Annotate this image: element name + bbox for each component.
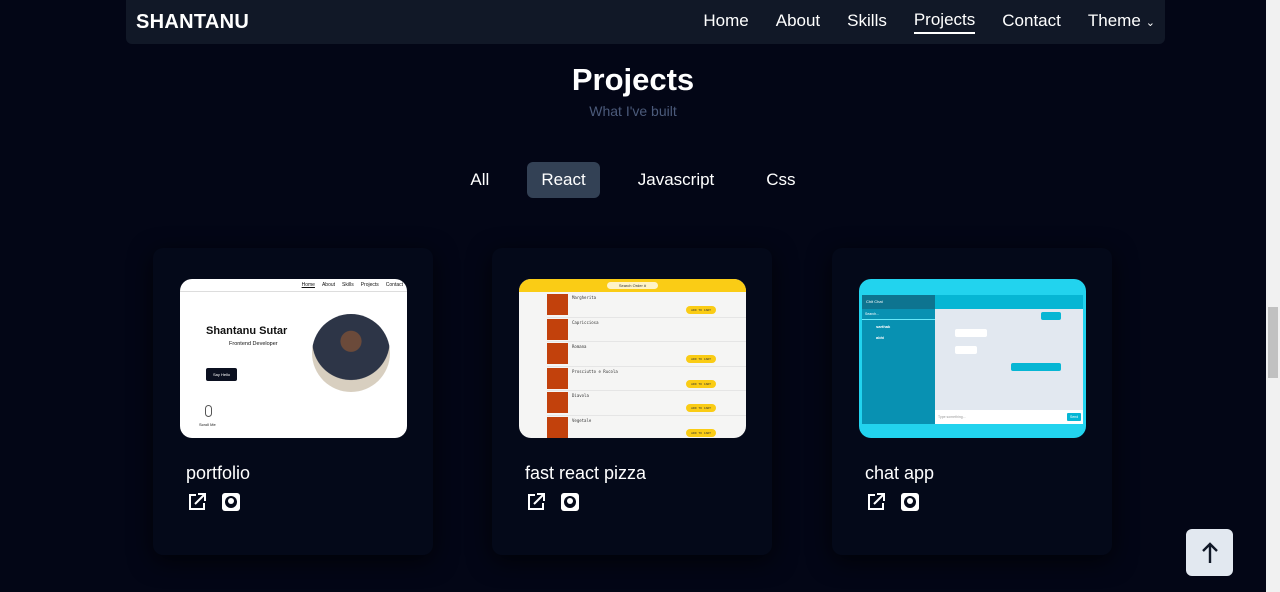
preview-text: Chit Chat [862, 295, 935, 309]
page-subtitle: What I've built [589, 103, 677, 119]
scrollbar[interactable] [1266, 0, 1280, 592]
pizza-image [547, 294, 568, 315]
chevron-down-icon: ⌄ [1145, 17, 1155, 29]
preview-text: Type something... [935, 410, 1083, 424]
preview-text: Say Hello [206, 368, 238, 381]
nav-home[interactable]: Home [703, 11, 748, 33]
pizza-image [547, 416, 568, 438]
nav-contact[interactable]: Contact [1002, 11, 1061, 33]
add-to-cart-button: ADD TO CART [686, 428, 716, 437]
pizza-row: Vegetale ADD TO CART [547, 416, 746, 438]
logo[interactable]: SHANTANU [136, 11, 249, 34]
scrollbar-thumb[interactable] [1268, 307, 1278, 378]
pizza-row: Prosciutto e Rucola ADD TO CART [547, 367, 746, 392]
pizza-image [547, 318, 568, 340]
pizza-image [547, 367, 568, 389]
github-icon[interactable] [560, 492, 580, 512]
pizza-name: Margherita [572, 295, 597, 300]
preview-text: Scroll Me [199, 422, 216, 427]
pizza-name: Romana [572, 344, 587, 350]
pizza-row: Margherita ADD TO CART [547, 293, 746, 318]
project-card: Home About Skills Projects Contact Shantanu … [153, 248, 433, 555]
filter-css[interactable]: Css [752, 162, 809, 198]
add-to-cart-button: ADD TO CART [686, 355, 716, 364]
github-icon[interactable] [900, 492, 920, 512]
filter-javascript[interactable]: Javascript [624, 162, 729, 198]
profile-photo [312, 314, 390, 392]
add-to-cart-button: ADD TO CART [686, 379, 716, 388]
preview-text: Search... [862, 309, 935, 320]
preview-text: sarthak [876, 324, 891, 329]
filter-all[interactable]: All [456, 162, 503, 198]
pizza-name: Capricciosa [572, 319, 599, 325]
preview-text: Shantanu Sutar [206, 325, 288, 337]
project-card: Search Order # Margherita ADD TO CART Capr… [492, 248, 772, 555]
project-name: chat app [865, 463, 935, 483]
nav-theme-dropdown[interactable]: Theme ⌄ [1088, 11, 1155, 33]
preview-text: abhi [876, 335, 885, 340]
github-icon[interactable] [221, 492, 241, 512]
external-link-icon[interactable] [866, 492, 886, 512]
project-preview-image: Home About Skills Projects Contact Shantanu … [180, 279, 407, 438]
pizza-row: Capricciosa [547, 318, 746, 343]
project-name: portfolio [186, 463, 251, 483]
nav-skills[interactable]: Skills [847, 11, 887, 33]
add-to-cart-button: ADD TO CART [686, 306, 716, 314]
add-to-cart-button: ADD TO CART [686, 404, 716, 413]
project-card: Chit Chat Search... sarthak abhi Type so… [832, 248, 1112, 555]
pizza-row: Romana ADD TO CART [547, 342, 746, 367]
nav-projects[interactable]: Projects [913, 10, 976, 34]
theme-label: Theme [1087, 11, 1141, 30]
project-name: fast react pizza [525, 463, 647, 483]
preview-text: Frontend Developer [229, 341, 278, 347]
filter-react[interactable]: React [527, 162, 600, 198]
preview-text: Search Order # [606, 282, 659, 289]
external-link-icon[interactable] [526, 492, 546, 512]
pizza-name: Vegetale [572, 417, 592, 423]
pizza-image [547, 343, 568, 365]
pizza-name: Prosciutto e Rucola [572, 368, 618, 374]
preview-text: Projects [360, 282, 379, 288]
preview-text: Skills [342, 282, 354, 288]
project-preview-image: Search Order # Margherita ADD TO CART Capr… [519, 279, 746, 438]
external-link-icon[interactable] [187, 492, 207, 512]
scroll-to-top-button[interactable] [1186, 529, 1233, 576]
preview-text: Home [301, 282, 315, 288]
preview-text: Send [1067, 413, 1082, 421]
page-title: Projects [571, 62, 695, 97]
project-preview-image: Chit Chat Search... sarthak abhi Type so… [859, 279, 1086, 438]
arrow-up-icon [1201, 541, 1218, 563]
preview-text: Contact [385, 282, 403, 288]
pizza-row: Diavola ADD TO CART [547, 391, 746, 416]
mouse-icon [205, 405, 212, 417]
pizza-image [547, 392, 568, 414]
navbar: SHANTANU Home About Skills Projects Cont… [126, 0, 1165, 44]
pizza-name: Diavola [572, 393, 589, 399]
preview-text: About [321, 282, 336, 288]
nav-about[interactable]: About [776, 11, 820, 33]
filter-tabs: All React Javascript Css [0, 162, 1266, 198]
